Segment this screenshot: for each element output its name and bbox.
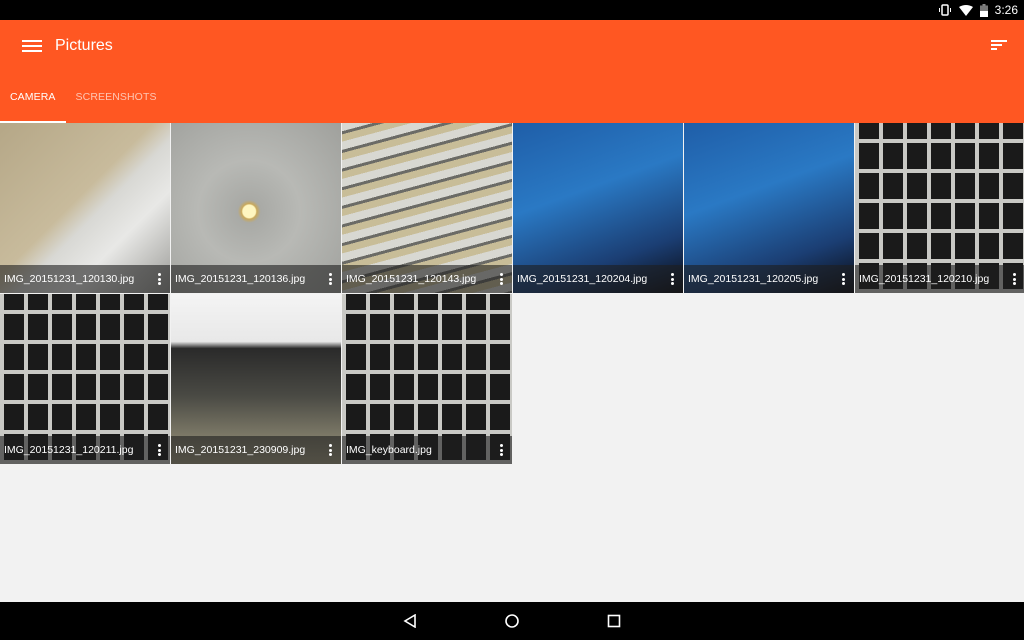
home-icon[interactable] (492, 602, 532, 640)
photo-caption: IMG_20151231_120211.jpg (0, 436, 170, 464)
more-options-icon[interactable] (671, 273, 675, 285)
vibrate-icon (938, 4, 951, 16)
photo-tile[interactable]: IMG_20151231_120136.jpg (171, 123, 341, 293)
photo-tile[interactable]: IMG_20151231_120210.jpg (855, 123, 1024, 293)
sort-icon[interactable] (991, 40, 1007, 52)
photo-tile[interactable]: IMG_20151231_120204.jpg (513, 123, 683, 293)
recents-icon[interactable] (594, 602, 634, 640)
wifi-icon (958, 4, 973, 16)
more-options-icon[interactable] (158, 444, 162, 456)
photo-caption: IMG_20151231_120205.jpg (684, 265, 854, 293)
more-options-icon[interactable] (500, 444, 504, 456)
status-bar: 3:26 (0, 0, 1024, 20)
more-options-icon[interactable] (842, 273, 846, 285)
photo-filename: IMG_20151231_120211.jpg (4, 444, 134, 456)
back-icon[interactable] (390, 602, 430, 640)
photo-filename: IMG_20151231_120130.jpg (4, 273, 135, 285)
hamburger-menu-icon[interactable] (22, 38, 42, 54)
photo-filename: IMG_20151231_230909.jpg (175, 444, 306, 456)
more-options-icon[interactable] (158, 273, 162, 285)
photo-filename: IMG_20151231_120210.jpg (859, 273, 990, 285)
battery-icon (979, 3, 988, 17)
photo-filename: IMG_20151231_120136.jpg (175, 273, 306, 285)
photo-caption: IMG_keyboard.jpg (342, 436, 512, 464)
photo-tile[interactable]: IMG_20151231_120143.jpg (342, 123, 512, 293)
photo-filename: IMG_20151231_120143.jpg (346, 273, 477, 285)
page-title: Pictures (55, 37, 113, 54)
photo-tile[interactable]: IMG_keyboard.jpg (342, 294, 512, 464)
photo-caption: IMG_20151231_120143.jpg (342, 265, 512, 293)
clock: 3:26 (994, 3, 1018, 17)
more-options-icon[interactable] (500, 273, 504, 285)
more-options-icon[interactable] (1013, 273, 1017, 285)
photo-filename: IMG_keyboard.jpg (346, 444, 432, 456)
photo-tile[interactable]: IMG_20151231_120211.jpg (0, 294, 170, 464)
navigation-bar (0, 602, 1024, 640)
tab-screenshots[interactable]: SCREENSHOTS (66, 80, 167, 123)
photo-caption: IMG_20151231_120136.jpg (171, 265, 341, 293)
photo-tile[interactable]: IMG_20151231_120205.jpg (684, 123, 854, 293)
photo-caption: IMG_20151231_230909.jpg (171, 436, 341, 464)
photo-filename: IMG_20151231_120205.jpg (688, 273, 819, 285)
photo-filename: IMG_20151231_120204.jpg (517, 273, 648, 285)
tab-camera[interactable]: CAMERA (0, 80, 66, 123)
more-options-icon[interactable] (329, 444, 333, 456)
photo-caption: IMG_20151231_120210.jpg (855, 265, 1024, 293)
photo-tile[interactable]: IMG_20151231_120130.jpg (0, 123, 170, 293)
more-options-icon[interactable] (329, 273, 333, 285)
photo-caption: IMG_20151231_120130.jpg (0, 265, 170, 293)
tab-bar: CAMERA SCREENSHOTS (0, 80, 167, 123)
app-bar: Pictures CAMERA SCREENSHOTS (0, 20, 1024, 123)
photo-tile[interactable]: IMG_20151231_230909.jpg (171, 294, 341, 464)
photo-caption: IMG_20151231_120204.jpg (513, 265, 683, 293)
